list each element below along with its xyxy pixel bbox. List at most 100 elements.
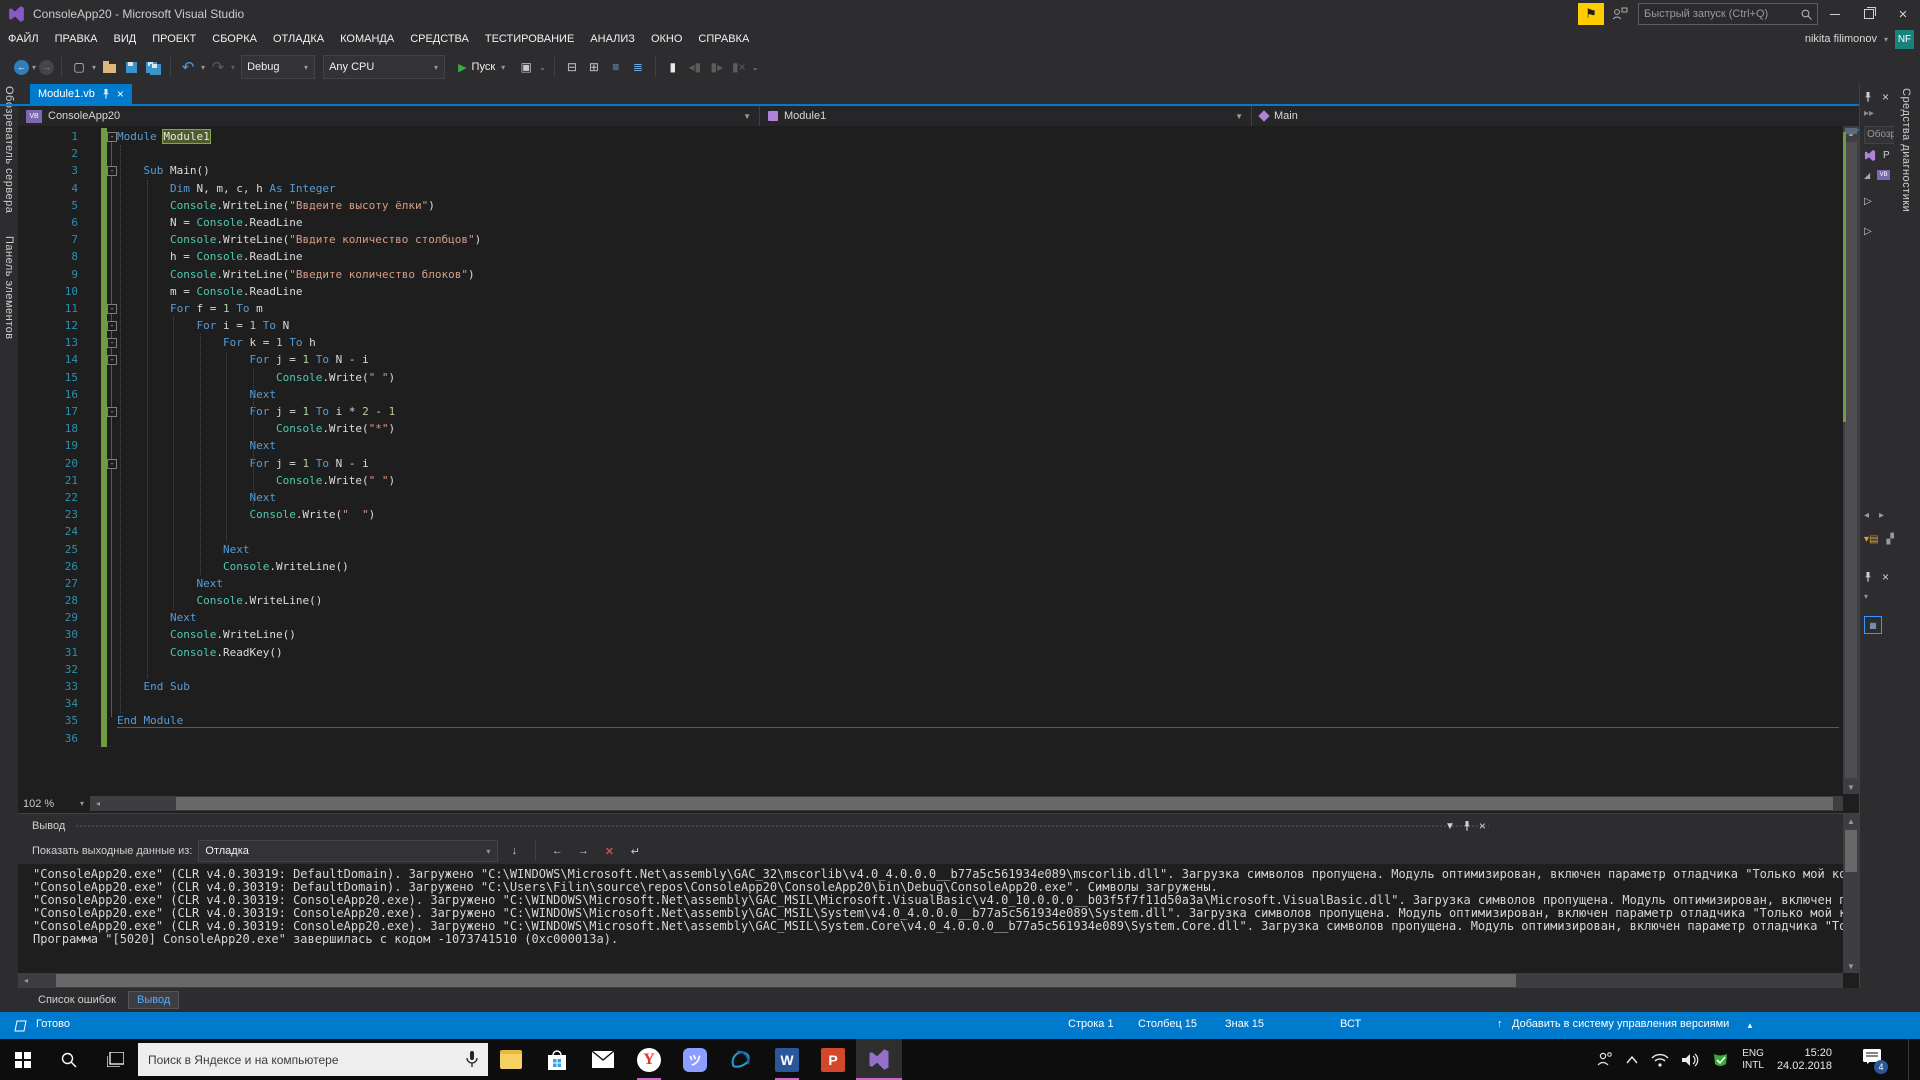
chevron-down-icon[interactable]: ▾ bbox=[231, 63, 235, 72]
collapse-box-icon[interactable]: - bbox=[107, 321, 117, 331]
clear-all-icon[interactable]: ✕ bbox=[599, 842, 619, 860]
taskbar-item-yandex-browser[interactable]: Y bbox=[626, 1039, 672, 1080]
pin-icon[interactable] bbox=[102, 89, 110, 99]
volume-icon[interactable] bbox=[1682, 1053, 1699, 1067]
outlining-margin[interactable]: - bbox=[107, 403, 117, 420]
taskbar-item-file-explorer[interactable] bbox=[488, 1039, 534, 1080]
yandex-search-input[interactable]: Поиск в Яндексе и на компьютере bbox=[138, 1043, 488, 1076]
toolbar-overflow-icon[interactable]: ⌄ bbox=[752, 63, 759, 72]
code-line-24[interactable]: 24 bbox=[18, 523, 1843, 540]
previous-bookmark-icon[interactable]: ◂▮ bbox=[685, 57, 705, 77]
code-line-10[interactable]: 10 m = Console.ReadLine bbox=[18, 283, 1843, 300]
tab-module1-vb[interactable]: Module1.vb × bbox=[30, 84, 132, 104]
goto-message-icon[interactable]: ↓ bbox=[504, 842, 524, 860]
minimize-button[interactable] bbox=[1818, 1, 1852, 27]
outlining-margin[interactable] bbox=[107, 283, 117, 300]
solution-platform-select[interactable]: Any CPU▾ bbox=[323, 55, 445, 79]
outlining-margin[interactable] bbox=[107, 145, 117, 162]
quick-launch-search[interactable]: Быстрый запуск (Ctrl+Q) bbox=[1638, 3, 1818, 25]
member-dropdown[interactable]: Main bbox=[1252, 106, 1859, 126]
code-line-6[interactable]: 6 N = Console.ReadLine bbox=[18, 214, 1843, 231]
add-to-source-control-button[interactable]: Добавить в систему управления версиями bbox=[1512, 1018, 1729, 1030]
taskbar-item-word[interactable]: W bbox=[764, 1039, 810, 1080]
code-line-25[interactable]: 25 Next bbox=[18, 541, 1843, 558]
outlining-margin[interactable]: - bbox=[107, 162, 117, 179]
code-line-16[interactable]: 16 Next bbox=[18, 386, 1843, 403]
code-line-7[interactable]: 7 Console.WriteLine("Ввдите количество с… bbox=[18, 231, 1843, 248]
chevron-down-icon[interactable]: ▾ bbox=[1860, 592, 1895, 601]
show-output-icon[interactable]: ⊟ bbox=[562, 57, 582, 77]
panel-tab-output[interactable]: Вывод bbox=[128, 991, 179, 1009]
code-line-34[interactable]: 34 bbox=[18, 695, 1843, 712]
line-number[interactable]: 4 bbox=[18, 180, 86, 197]
next-bookmark-icon[interactable]: ▮▸ bbox=[707, 57, 727, 77]
line-number[interactable]: 7 bbox=[18, 231, 86, 248]
previous-message-icon[interactable]: ← bbox=[547, 842, 567, 860]
outlining-margin[interactable] bbox=[107, 541, 117, 558]
code-line-31[interactable]: 31 Console.ReadKey() bbox=[18, 644, 1843, 661]
outlining-margin[interactable] bbox=[107, 214, 117, 231]
taskbar-item-battlenet[interactable] bbox=[718, 1039, 764, 1080]
line-number[interactable]: 12 bbox=[18, 317, 86, 334]
code-line-32[interactable]: 32 bbox=[18, 661, 1843, 678]
nav-forward-icon[interactable]: ▸ bbox=[1879, 510, 1884, 521]
wifi-icon[interactable] bbox=[1651, 1053, 1669, 1067]
taskbar-item-discord[interactable]: ツ bbox=[672, 1039, 718, 1080]
output-source-select[interactable]: Отладка ▾ bbox=[198, 840, 498, 862]
outlining-margin[interactable] bbox=[107, 420, 117, 437]
code-line-4[interactable]: 4 Dim N, m, c, h As Integer bbox=[18, 180, 1843, 197]
outlining-margin[interactable] bbox=[107, 626, 117, 643]
code-line-13[interactable]: 13- For k = 1 To h bbox=[18, 334, 1843, 351]
save-icon[interactable] bbox=[121, 57, 141, 77]
outlining-margin[interactable] bbox=[107, 472, 117, 489]
outlining-margin[interactable] bbox=[107, 558, 117, 575]
code-line-1[interactable]: 1-Module Module1 bbox=[18, 128, 1843, 145]
scrollbar-thumb[interactable] bbox=[176, 797, 1833, 810]
outlining-margin[interactable]: - bbox=[107, 317, 117, 334]
scrollbar-thumb[interactable] bbox=[56, 974, 1516, 987]
indent-decrease-icon[interactable]: ≡ bbox=[606, 57, 626, 77]
menu-вид[interactable]: ВИД bbox=[106, 28, 145, 50]
code-line-9[interactable]: 9 Console.WriteLine("Введите количество … bbox=[18, 266, 1843, 283]
triangle-up-icon[interactable]: ▲ bbox=[1746, 1021, 1754, 1030]
outlining-margin[interactable] bbox=[107, 523, 117, 540]
code-line-20[interactable]: 20- For j = 1 To N - i bbox=[18, 455, 1843, 472]
line-number[interactable]: 30 bbox=[18, 626, 86, 643]
navigate-forward-icon[interactable]: → bbox=[39, 60, 54, 75]
code-line-12[interactable]: 12- For i = 1 To N bbox=[18, 317, 1843, 334]
line-number[interactable]: 15 bbox=[18, 369, 86, 386]
navigate-back-icon[interactable]: ← bbox=[14, 60, 29, 75]
user-account-area[interactable]: nikita filimonov ▾ NF bbox=[1805, 30, 1920, 49]
indent-increase-icon[interactable]: ≣ bbox=[628, 57, 648, 77]
line-number[interactable]: 25 bbox=[18, 541, 86, 558]
close-button[interactable]: × bbox=[1886, 1, 1920, 27]
chevron-down-icon[interactable]: ▾ bbox=[32, 63, 36, 72]
outlining-margin[interactable]: - bbox=[107, 455, 117, 472]
people-icon[interactable] bbox=[1597, 1052, 1613, 1067]
line-number[interactable]: 24 bbox=[18, 523, 86, 540]
line-number[interactable]: 11 bbox=[18, 300, 86, 317]
outlining-margin[interactable] bbox=[107, 437, 117, 454]
menu-средства[interactable]: СРЕДСТВА bbox=[402, 28, 477, 50]
editor-horizontal-scrollbar[interactable] bbox=[106, 796, 1843, 811]
restore-button[interactable] bbox=[1852, 1, 1886, 27]
code-line-33[interactable]: 33 End Sub bbox=[18, 678, 1843, 695]
properties-tool-icon[interactable]: ▾▤ bbox=[1864, 534, 1878, 545]
outlining-margin[interactable] bbox=[107, 506, 117, 523]
tree-expand-icon[interactable]: ▷ bbox=[1860, 226, 1895, 237]
scrollbar-thumb[interactable] bbox=[1845, 142, 1857, 778]
menu-отладка[interactable]: ОТЛАДКА bbox=[265, 28, 332, 50]
line-number[interactable]: 1 bbox=[18, 128, 86, 145]
new-project-icon[interactable]: ▢ bbox=[69, 57, 89, 77]
menu-команда[interactable]: КОМАНДА bbox=[332, 28, 402, 50]
line-number[interactable]: 33 bbox=[18, 678, 86, 695]
feedback-icon[interactable] bbox=[1612, 7, 1628, 21]
line-number[interactable]: 26 bbox=[18, 558, 86, 575]
collapse-box-icon[interactable]: - bbox=[107, 355, 117, 365]
solution-search-input[interactable]: Обозр bbox=[1864, 126, 1895, 144]
line-number[interactable]: 5 bbox=[18, 197, 86, 214]
redo-icon[interactable]: ↷ bbox=[208, 57, 228, 77]
code-line-11[interactable]: 11- For f = 1 To m bbox=[18, 300, 1843, 317]
task-view-button[interactable] bbox=[92, 1039, 138, 1080]
collapse-box-icon[interactable]: - bbox=[107, 459, 117, 469]
